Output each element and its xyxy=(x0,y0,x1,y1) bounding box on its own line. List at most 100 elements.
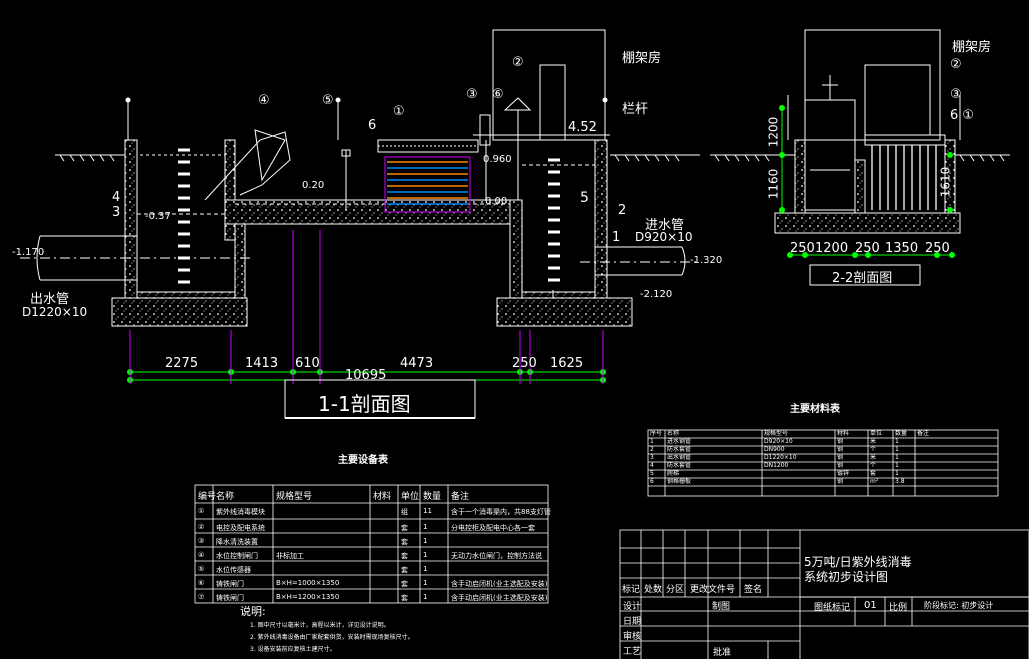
mark-6: 6 xyxy=(368,118,377,133)
equipment-cell: 含手动启闭机(业主选配及安装) xyxy=(451,594,548,602)
materials-cell: D920×10 xyxy=(764,438,793,445)
materials-cell: DN900 xyxy=(764,446,785,453)
tb-right-a: 图纸标记 xyxy=(814,603,851,613)
equipment-cell: ② xyxy=(198,523,205,531)
equipment-cell: 1 xyxy=(423,523,428,531)
elev-000: 0.00 xyxy=(485,196,508,207)
dim-610: 610 xyxy=(295,356,320,371)
dim22-250b: 250 xyxy=(855,241,880,256)
materials-title: 主要材料表 xyxy=(790,404,840,415)
dim-2275: 2275 xyxy=(165,356,199,371)
equipment-title: 主要设备表 xyxy=(338,455,388,466)
equipment-cell: 套 xyxy=(401,594,408,602)
elev-0960: 0.960 xyxy=(483,154,512,165)
tb-right-b: 01 xyxy=(864,600,877,611)
equipment-cell: 铸铁闸门 xyxy=(216,594,244,602)
vdim22-1200: 1200 xyxy=(766,116,781,148)
section-22-title: 2-2剖面图 xyxy=(832,271,893,286)
dim-4473: 4473 xyxy=(400,356,434,371)
materials-cell: 1 xyxy=(895,446,899,453)
tb-label-4: 签名 xyxy=(744,585,763,595)
elev-in: -1.320 xyxy=(690,255,723,266)
in-pipe-spec: D920×10 xyxy=(635,230,693,244)
materials-cell: D1220×10 xyxy=(764,454,797,461)
cad-drawing-canvas: 出水管 D1220×10 进水管 D920×10 棚架房 栏杆 -1.170 -… xyxy=(0,0,1029,659)
equipment-cell: ⑦ xyxy=(198,593,205,601)
dim-total: 10695 xyxy=(345,368,387,383)
shed-label-22: 棚架房 xyxy=(952,40,992,55)
callout-3: ③ xyxy=(466,87,478,102)
dim-1625: 1625 xyxy=(550,356,584,371)
elev-037: -0.37 xyxy=(145,211,171,222)
materials-cell: 钢格栅板 xyxy=(667,478,692,485)
materials-cell: 1 xyxy=(895,462,899,469)
tb-label-0: 标记 xyxy=(622,585,641,595)
equipment-header-cell: 规格型号 xyxy=(276,492,313,502)
equipment-cell: 1 xyxy=(423,537,428,545)
tb-label-2: 分区 xyxy=(666,585,685,595)
materials-cell: 个 xyxy=(870,462,877,469)
mark-5: 5 xyxy=(580,190,589,206)
materials-cell: 个 xyxy=(870,446,877,453)
materials-cell: 防水套管 xyxy=(667,462,692,469)
elev-452: 4.52 xyxy=(568,120,597,135)
tb-left-1: 制图 xyxy=(712,602,731,612)
materials-header-cell: 备注 xyxy=(917,430,930,437)
equipment-header-cell: 编号 xyxy=(198,492,217,502)
equipment-cell: ④ xyxy=(198,551,205,559)
callout-6: ⑥ xyxy=(492,87,504,102)
callout-5: ⑤ xyxy=(322,93,334,108)
equipment-cell: ⑤ xyxy=(198,565,205,573)
dim22-1200: 1200 xyxy=(815,241,849,256)
callout-22-2: ② xyxy=(950,57,962,72)
callout-22-6: 6 ① xyxy=(950,108,975,123)
materials-cell: 镀锌 xyxy=(837,470,850,477)
equipment-cell: 套 xyxy=(401,552,408,560)
equipment-cell: 1 xyxy=(423,565,428,573)
materials-cell: 钢 xyxy=(837,454,844,461)
materials-cell: DN1200 xyxy=(764,462,789,469)
equipment-cell: ⑥ xyxy=(198,579,205,587)
out-pipe-spec: D1220×10 xyxy=(22,305,88,319)
project-title: 5万吨/日紫外线消毒系统初步设计图 xyxy=(804,555,912,584)
equipment-cell: 降水清洗装置 xyxy=(216,538,258,546)
dim22-250a: 250 xyxy=(790,241,815,256)
materials-cell: 6 xyxy=(650,478,654,485)
tb-left-3: 审核 xyxy=(623,632,642,642)
text-layer: 出水管 D1220×10 进水管 D920×10 棚架房 栏杆 -1.170 -… xyxy=(0,0,1029,659)
equipment-header-cell: 数量 xyxy=(423,492,442,502)
materials-cell: 爬梯 xyxy=(667,470,680,477)
tb-approve: 批准 xyxy=(713,648,732,658)
tb-left-0: 设计 xyxy=(623,602,642,612)
tb-label-1: 处数 xyxy=(644,585,663,595)
equipment-cell: 电控及配电系统 xyxy=(216,524,265,532)
equipment-cell: B×H=1200×1350 xyxy=(276,593,340,601)
materials-cell: 套 xyxy=(870,470,877,477)
materials-header-cell: 序号 xyxy=(650,430,663,437)
elev-020: 0.20 xyxy=(302,180,325,191)
equipment-header-cell: 名称 xyxy=(216,492,235,502)
materials-cell: 1 xyxy=(650,438,654,445)
materials-cell: m² xyxy=(870,478,879,485)
equipment-cell: 分电控柜及配电中心各一套 xyxy=(451,524,535,532)
equipment-cell: 套 xyxy=(401,566,408,574)
materials-cell: 钢 xyxy=(837,446,844,453)
materials-cell: 1 xyxy=(895,438,899,445)
equipment-cell: B×H=1000×1350 xyxy=(276,579,340,587)
materials-cell: 钢 xyxy=(837,438,844,445)
equipment-cell: 水位传感器 xyxy=(216,566,251,574)
materials-cell: 1 xyxy=(895,454,899,461)
materials-header-cell: 材料 xyxy=(837,430,850,437)
materials-header-cell: 规格型号 xyxy=(764,430,789,437)
equipment-cell: 套 xyxy=(401,580,408,588)
materials-cell: 进水钢管 xyxy=(667,438,692,445)
materials-cell: 3.8 xyxy=(895,478,905,485)
callout-2: ② xyxy=(512,55,524,70)
equipment-cell: 组 xyxy=(401,508,408,516)
notes-title: 说明: xyxy=(240,605,266,618)
materials-cell: 5 xyxy=(650,470,654,477)
materials-cell: 出水钢管 xyxy=(667,454,692,461)
materials-cell: 米 xyxy=(870,438,877,445)
tb-left-2: 日期 xyxy=(623,617,642,627)
materials-cell: 2 xyxy=(650,446,654,453)
